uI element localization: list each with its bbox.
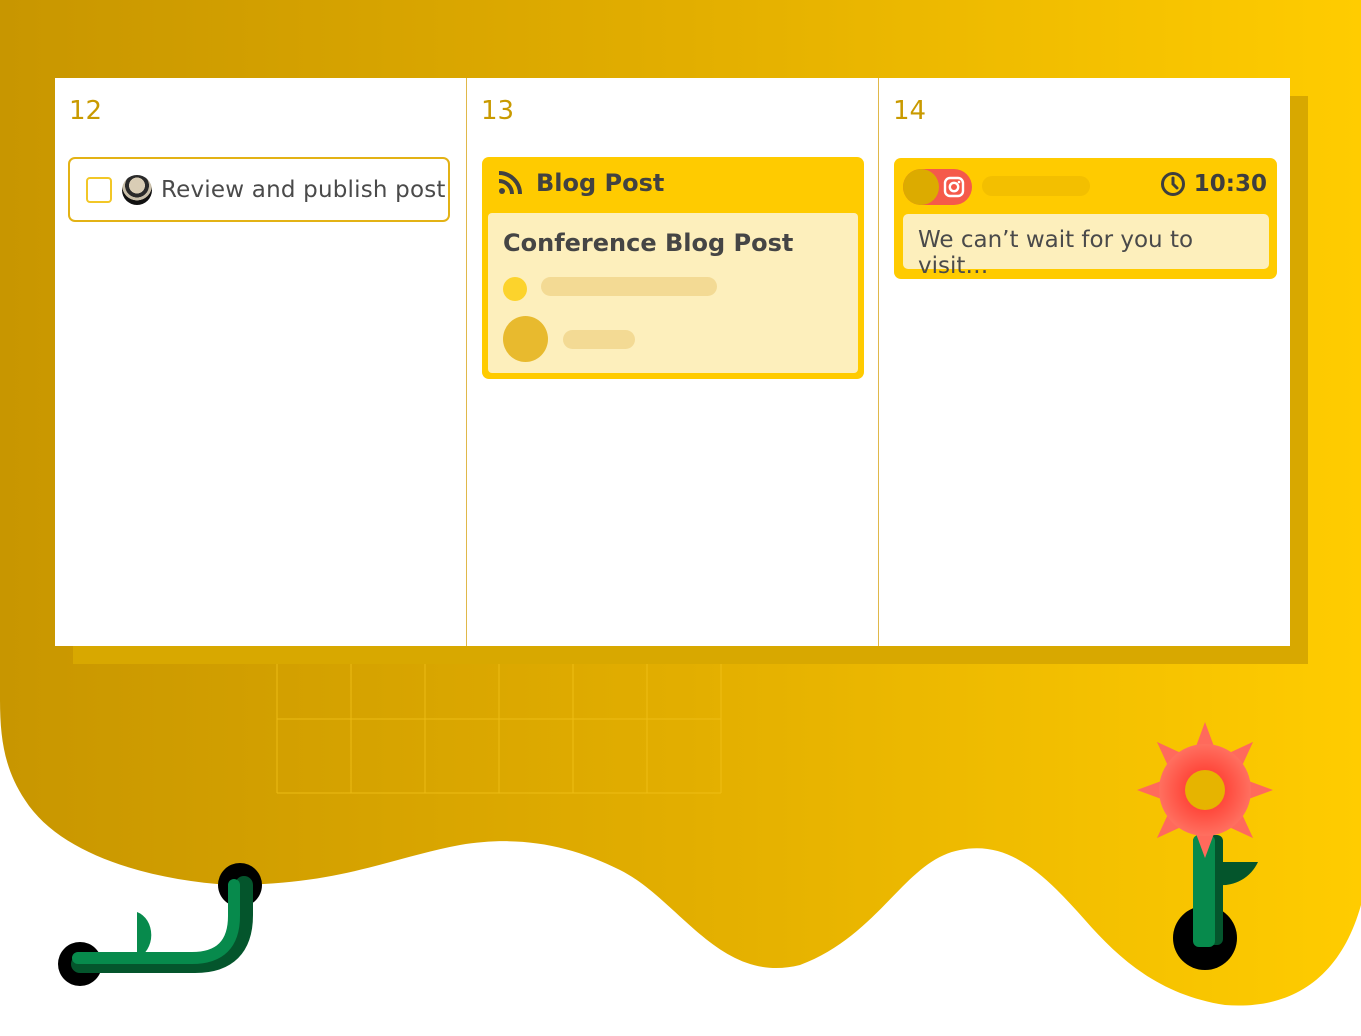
task-card[interactable]: Review and publish post	[68, 157, 450, 222]
calendar-week-view: 12 Review and publish post 13 Blog Post …	[55, 78, 1290, 646]
day-column-12[interactable]: 12 Review and publish post	[55, 78, 467, 646]
task-title: Review and publish post	[161, 176, 446, 203]
rss-icon	[498, 171, 522, 195]
placeholder-bar	[982, 176, 1090, 196]
day-column-13[interactable]: 13 Blog Post Conference Blog Post	[467, 78, 879, 646]
post-type-label: Blog Post	[536, 169, 665, 197]
toggle-knob	[903, 169, 939, 205]
day-number: 14	[893, 96, 927, 126]
blog-card-body: Conference Blog Post	[488, 213, 858, 373]
placeholder-bar	[541, 277, 717, 296]
placeholder-avatar	[503, 316, 548, 362]
placeholder-dot	[503, 277, 527, 301]
day-number: 12	[69, 96, 103, 126]
blog-card-header: Blog Post	[498, 169, 664, 197]
clock-icon	[1160, 172, 1185, 196]
user-avatar	[122, 174, 152, 205]
social-post-card[interactable]: 10:30 We can’t wait for you to visit…	[894, 158, 1277, 279]
sprout-illustration	[58, 863, 262, 986]
social-card-body: We can’t wait for you to visit…	[903, 214, 1269, 279]
day-column-14[interactable]: 14 10:30 We can’t wait for you to visit…	[879, 78, 1290, 646]
instagram-icon	[943, 176, 965, 198]
day-number: 13	[481, 96, 515, 126]
scheduled-time: 10:30	[1160, 171, 1267, 197]
task-checkbox[interactable]	[86, 176, 112, 203]
placeholder-bar	[563, 330, 635, 349]
blog-post-card[interactable]: Blog Post Conference Blog Post	[482, 157, 864, 379]
time-label: 10:30	[1193, 171, 1267, 197]
network-toggle[interactable]	[903, 169, 972, 205]
post-preview-text: We can’t wait for you to visit…	[918, 227, 1194, 279]
post-title: Conference Blog Post	[503, 229, 794, 257]
